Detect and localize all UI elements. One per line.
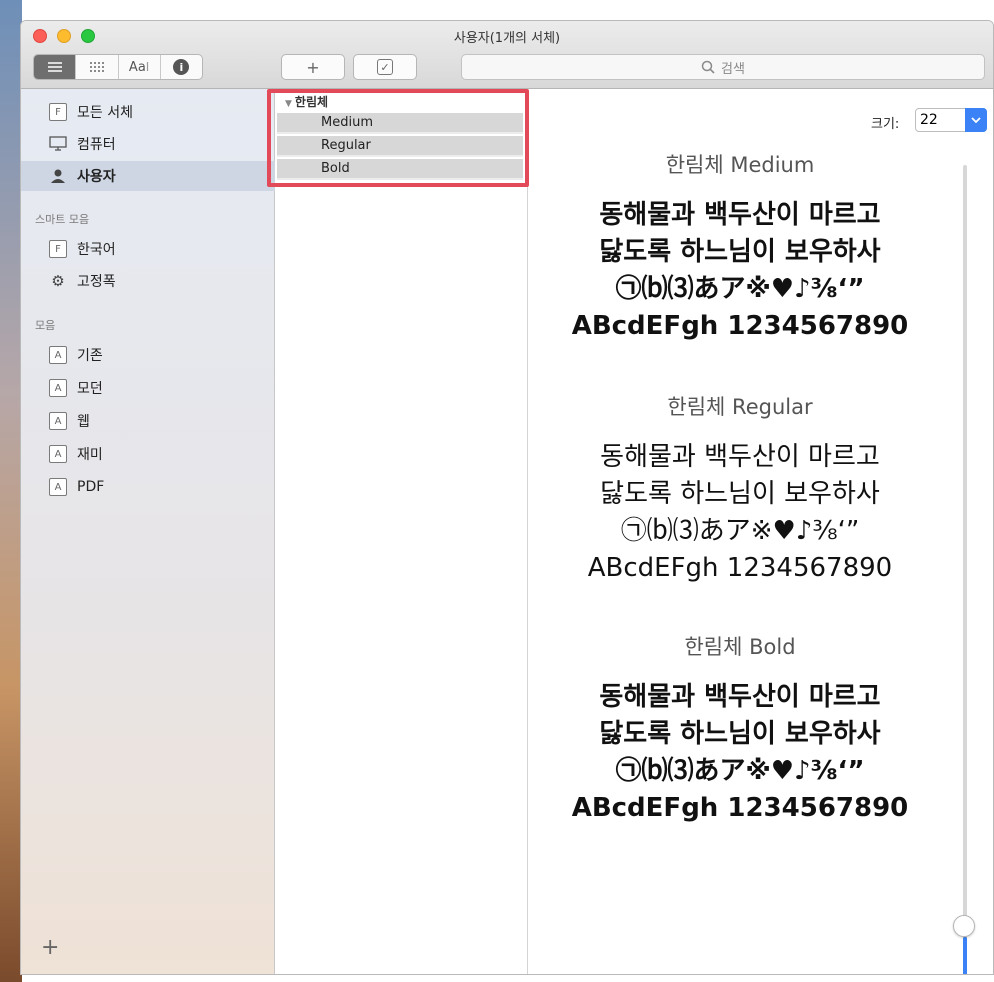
collection-icon: A <box>49 445 67 463</box>
user-icon <box>49 167 67 185</box>
sample-text-view-icon[interactable]: Aa I <box>119 55 161 79</box>
font-family-list: ▼ 한림체 Medium Regular Bold <box>267 89 529 974</box>
font-library-icon: F <box>49 103 67 121</box>
grid-view-icon[interactable] <box>76 55 119 79</box>
font-preview-pane: 크기: 22 한림체 Medium 동해물과 백두산이 마르고 닳도록 하느님이… <box>529 89 993 974</box>
sample-line: ABcdEFgh 1234567890 <box>571 793 909 823</box>
sample-line: ㉠⒝⑶あア※♥♪⅜‘” <box>615 756 865 786</box>
sample-line: 닳도록 하느님이 보우하사 <box>599 237 881 267</box>
size-slider-fill <box>963 937 967 974</box>
gear-icon: ⚙ <box>51 272 65 290</box>
sample-font-name: 한림체 Medium <box>665 153 815 177</box>
sample-line: ABcdEFgh 1234567890 <box>587 553 893 583</box>
sample-line: ABcdEFgh 1234567890 <box>571 311 909 341</box>
highlight-box <box>267 89 529 187</box>
sample-line: 동해물과 백두산이 마르고 <box>599 200 881 230</box>
sidebar-item-web[interactable]: A 웹 <box>21 406 275 436</box>
preview-sample-regular: 한림체 Regular 동해물과 백두산이 마르고 닳도록 하느님이 보우하사 … <box>529 391 951 587</box>
sidebar-item-fixed-width[interactable]: ⚙ 고정폭 <box>21 266 275 296</box>
list-view-icon[interactable] <box>34 55 77 79</box>
search-icon <box>701 60 715 74</box>
sample-font-name: 한림체 Bold <box>684 635 796 659</box>
sample-font-name: 한림체 Regular <box>667 395 813 419</box>
checkbox-icon: ✓ <box>377 59 393 75</box>
sidebar-item-fun[interactable]: A 재미 <box>21 439 275 469</box>
validate-font-button[interactable]: ✓ <box>353 54 417 80</box>
collection-icon: A <box>49 379 67 397</box>
sidebar-item-modern[interactable]: A 모던 <box>21 373 275 403</box>
size-combo-box[interactable]: 22 <box>915 108 987 132</box>
preview-sample-bold: 한림체 Bold 동해물과 백두산이 마르고 닳도록 하느님이 보우하사 ㉠⒝⑶… <box>529 631 951 827</box>
collections-header: 모음 <box>35 319 56 332</box>
add-collection-button[interactable]: + <box>41 935 59 960</box>
sample-line: 닳도록 하느님이 보우하사 <box>600 479 880 509</box>
info-icon[interactable]: i <box>161 55 202 79</box>
search-placeholder: 검색 <box>721 61 745 77</box>
sidebar-item-user[interactable]: 사용자 <box>21 161 275 191</box>
desktop-background <box>0 0 22 982</box>
font-book-window: 사용자(1개의 서체) Aa I i + ✓ 검색 F 모든 서체 컴퓨터 사용… <box>20 20 994 975</box>
sidebar-item-computer[interactable]: 컴퓨터 <box>21 129 275 159</box>
chevron-down-icon[interactable] <box>965 108 987 132</box>
sample-line: 동해물과 백두산이 마르고 <box>599 682 881 712</box>
title-bar: 사용자(1개의 서체) Aa I i + ✓ 검색 <box>21 21 993 89</box>
collection-icon: A <box>49 412 67 430</box>
collection-icon: A <box>49 478 67 496</box>
smart-collections-header: 스마트 모음 <box>35 213 90 226</box>
sample-line: 닳도록 하느님이 보우하사 <box>599 719 881 749</box>
sidebar: F 모든 서체 컴퓨터 사용자 스마트 모음 F 한국어 ⚙ 고정폭 모음 A <box>21 89 275 974</box>
sample-line: ㉠⒝⑶あア※♥♪⅜‘” <box>615 274 865 304</box>
sample-line: 동해물과 백두산이 마르고 <box>600 442 880 472</box>
sidebar-item-pdf[interactable]: A PDF <box>21 472 275 502</box>
size-slider-knob[interactable] <box>953 915 975 937</box>
sidebar-item-korean[interactable]: F 한국어 <box>21 234 275 264</box>
size-value: 22 <box>920 112 938 128</box>
monitor-icon <box>49 135 67 153</box>
search-field[interactable]: 검색 <box>461 54 985 80</box>
view-mode-segmented-control: Aa I i <box>33 54 203 80</box>
sample-line: ㉠⒝⑶あア※♥♪⅜‘” <box>620 516 860 546</box>
size-label: 크기: <box>871 117 900 132</box>
window-title: 사용자(1개의 서체) <box>453 31 561 46</box>
size-slider-track[interactable] <box>963 165 967 974</box>
font-library-icon: F <box>49 240 67 258</box>
preview-sample-medium: 한림체 Medium 동해물과 백두산이 마르고 닳도록 하느님이 보우하사 ㉠… <box>529 149 951 345</box>
sidebar-item-classic[interactable]: A 기존 <box>21 340 275 370</box>
add-font-button[interactable]: + <box>281 54 345 80</box>
sidebar-item-all-fonts[interactable]: F 모든 서체 <box>21 97 275 127</box>
collection-icon: A <box>49 346 67 364</box>
